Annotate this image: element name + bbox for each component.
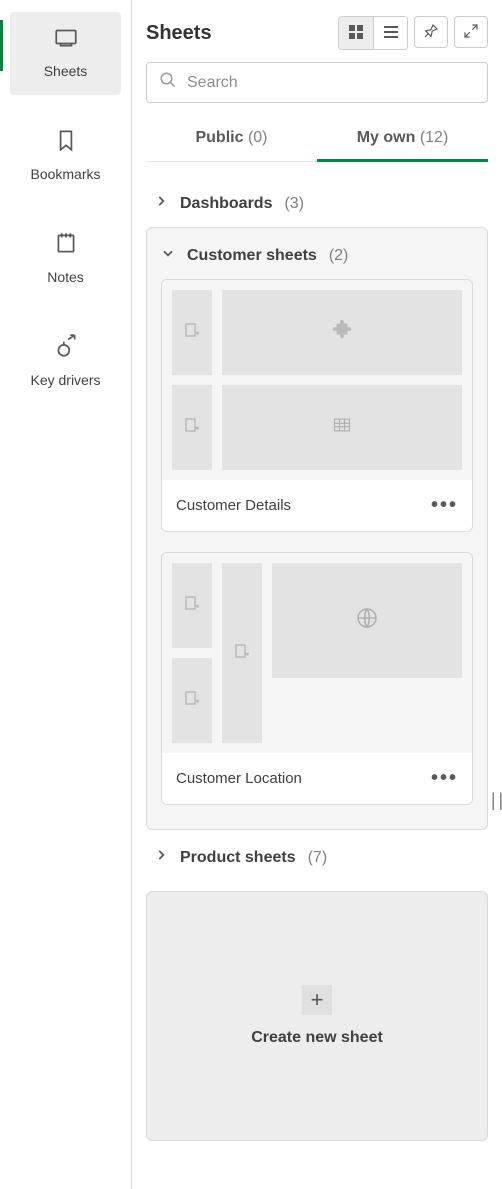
bookmark-icon xyxy=(53,127,79,166)
main-panel: Sheets xyxy=(132,0,502,1189)
key-drivers-icon xyxy=(53,333,79,372)
chevron-down-icon xyxy=(161,246,175,265)
group-label: Customer sheets xyxy=(187,247,317,265)
pin-button[interactable] xyxy=(414,16,448,48)
group-count: (2) xyxy=(329,247,349,265)
grid-view-button[interactable] xyxy=(339,17,373,49)
thumb-block xyxy=(172,290,212,375)
tab-count: (12) xyxy=(420,129,448,146)
chevron-right-icon xyxy=(154,194,168,213)
create-label: Create new sheet xyxy=(251,1029,383,1047)
sheets-icon xyxy=(53,24,79,63)
view-toggle xyxy=(338,16,408,50)
placeholder-icon xyxy=(183,689,201,712)
search-box[interactable] xyxy=(146,62,488,103)
group-customer-sheets: Customer sheets (2) xyxy=(146,227,488,830)
puzzle-icon xyxy=(331,319,353,346)
sidebar-item-label: Key drivers xyxy=(30,372,100,388)
group-header-customers[interactable]: Customer sheets (2) xyxy=(161,240,473,279)
sheet-card-customer-location[interactable]: Customer Location ••• xyxy=(161,552,473,805)
tab-label: My own xyxy=(357,129,416,146)
more-button[interactable]: ••• xyxy=(431,494,458,517)
more-icon: ••• xyxy=(431,767,458,789)
sheet-thumbnail xyxy=(162,553,472,753)
list-view-button[interactable] xyxy=(373,17,407,49)
thumb-block xyxy=(222,290,462,375)
page-title: Sheets xyxy=(146,22,212,45)
thumb-block xyxy=(172,385,212,470)
group-header-dashboards[interactable]: Dashboards (3) xyxy=(146,180,488,227)
group-count: (7) xyxy=(308,849,328,867)
tab-my-own[interactable]: My own (12) xyxy=(317,117,488,161)
tabs: Public (0) My own (12) xyxy=(146,117,488,162)
group-count: (3) xyxy=(284,195,304,213)
header-actions xyxy=(338,16,488,50)
sheet-title: Customer Location xyxy=(176,770,302,787)
tab-public[interactable]: Public (0) xyxy=(146,117,317,161)
thumb-block xyxy=(222,385,462,470)
placeholder-icon xyxy=(183,594,201,617)
more-button[interactable]: ••• xyxy=(431,767,458,790)
placeholder-icon xyxy=(183,416,201,439)
group-label: Product sheets xyxy=(180,849,296,867)
sidebar-item-bookmarks[interactable]: Bookmarks xyxy=(10,115,121,198)
sidebar-item-sheets[interactable]: Sheets xyxy=(10,12,121,95)
thumb-block xyxy=(272,563,462,678)
expand-button[interactable] xyxy=(454,16,488,48)
sidebar: Sheets Bookmarks Notes Key drivers xyxy=(0,0,132,1189)
sidebar-item-label: Bookmarks xyxy=(30,166,100,182)
sheet-thumbnail xyxy=(162,280,472,480)
sidebar-item-label: Notes xyxy=(47,269,84,285)
notes-icon xyxy=(53,230,79,269)
search-input[interactable] xyxy=(187,74,475,92)
grid-icon xyxy=(348,24,364,43)
thumb-block xyxy=(172,563,212,648)
sheet-title: Customer Details xyxy=(176,497,291,514)
header: Sheets xyxy=(146,16,488,50)
thumb-block xyxy=(222,563,262,743)
placeholder-icon xyxy=(233,642,251,665)
globe-icon xyxy=(355,606,379,635)
tab-count: (0) xyxy=(248,129,268,146)
group-header-products[interactable]: Product sheets (7) xyxy=(146,834,488,881)
search-icon xyxy=(159,71,177,94)
sheet-footer: Customer Details ••• xyxy=(162,480,472,531)
group-label: Dashboards xyxy=(180,195,272,213)
plus-icon: + xyxy=(302,985,332,1015)
thumb-block xyxy=(172,658,212,743)
tab-label: Public xyxy=(195,129,243,146)
chevron-right-icon xyxy=(154,848,168,867)
sidebar-item-key-drivers[interactable]: Key drivers xyxy=(10,321,121,404)
create-new-sheet[interactable]: + Create new sheet xyxy=(146,891,488,1141)
sidebar-item-notes[interactable]: Notes xyxy=(10,218,121,301)
sidebar-item-label: Sheets xyxy=(44,63,88,79)
expand-icon xyxy=(463,23,479,42)
pin-icon xyxy=(423,23,439,42)
resize-handle[interactable] xyxy=(492,790,502,818)
more-icon: ••• xyxy=(431,494,458,516)
list-icon xyxy=(383,24,399,43)
sheet-card-customer-details[interactable]: Customer Details ••• xyxy=(161,279,473,532)
sheet-footer: Customer Location ••• xyxy=(162,753,472,804)
table-icon xyxy=(332,415,352,440)
placeholder-icon xyxy=(183,321,201,344)
